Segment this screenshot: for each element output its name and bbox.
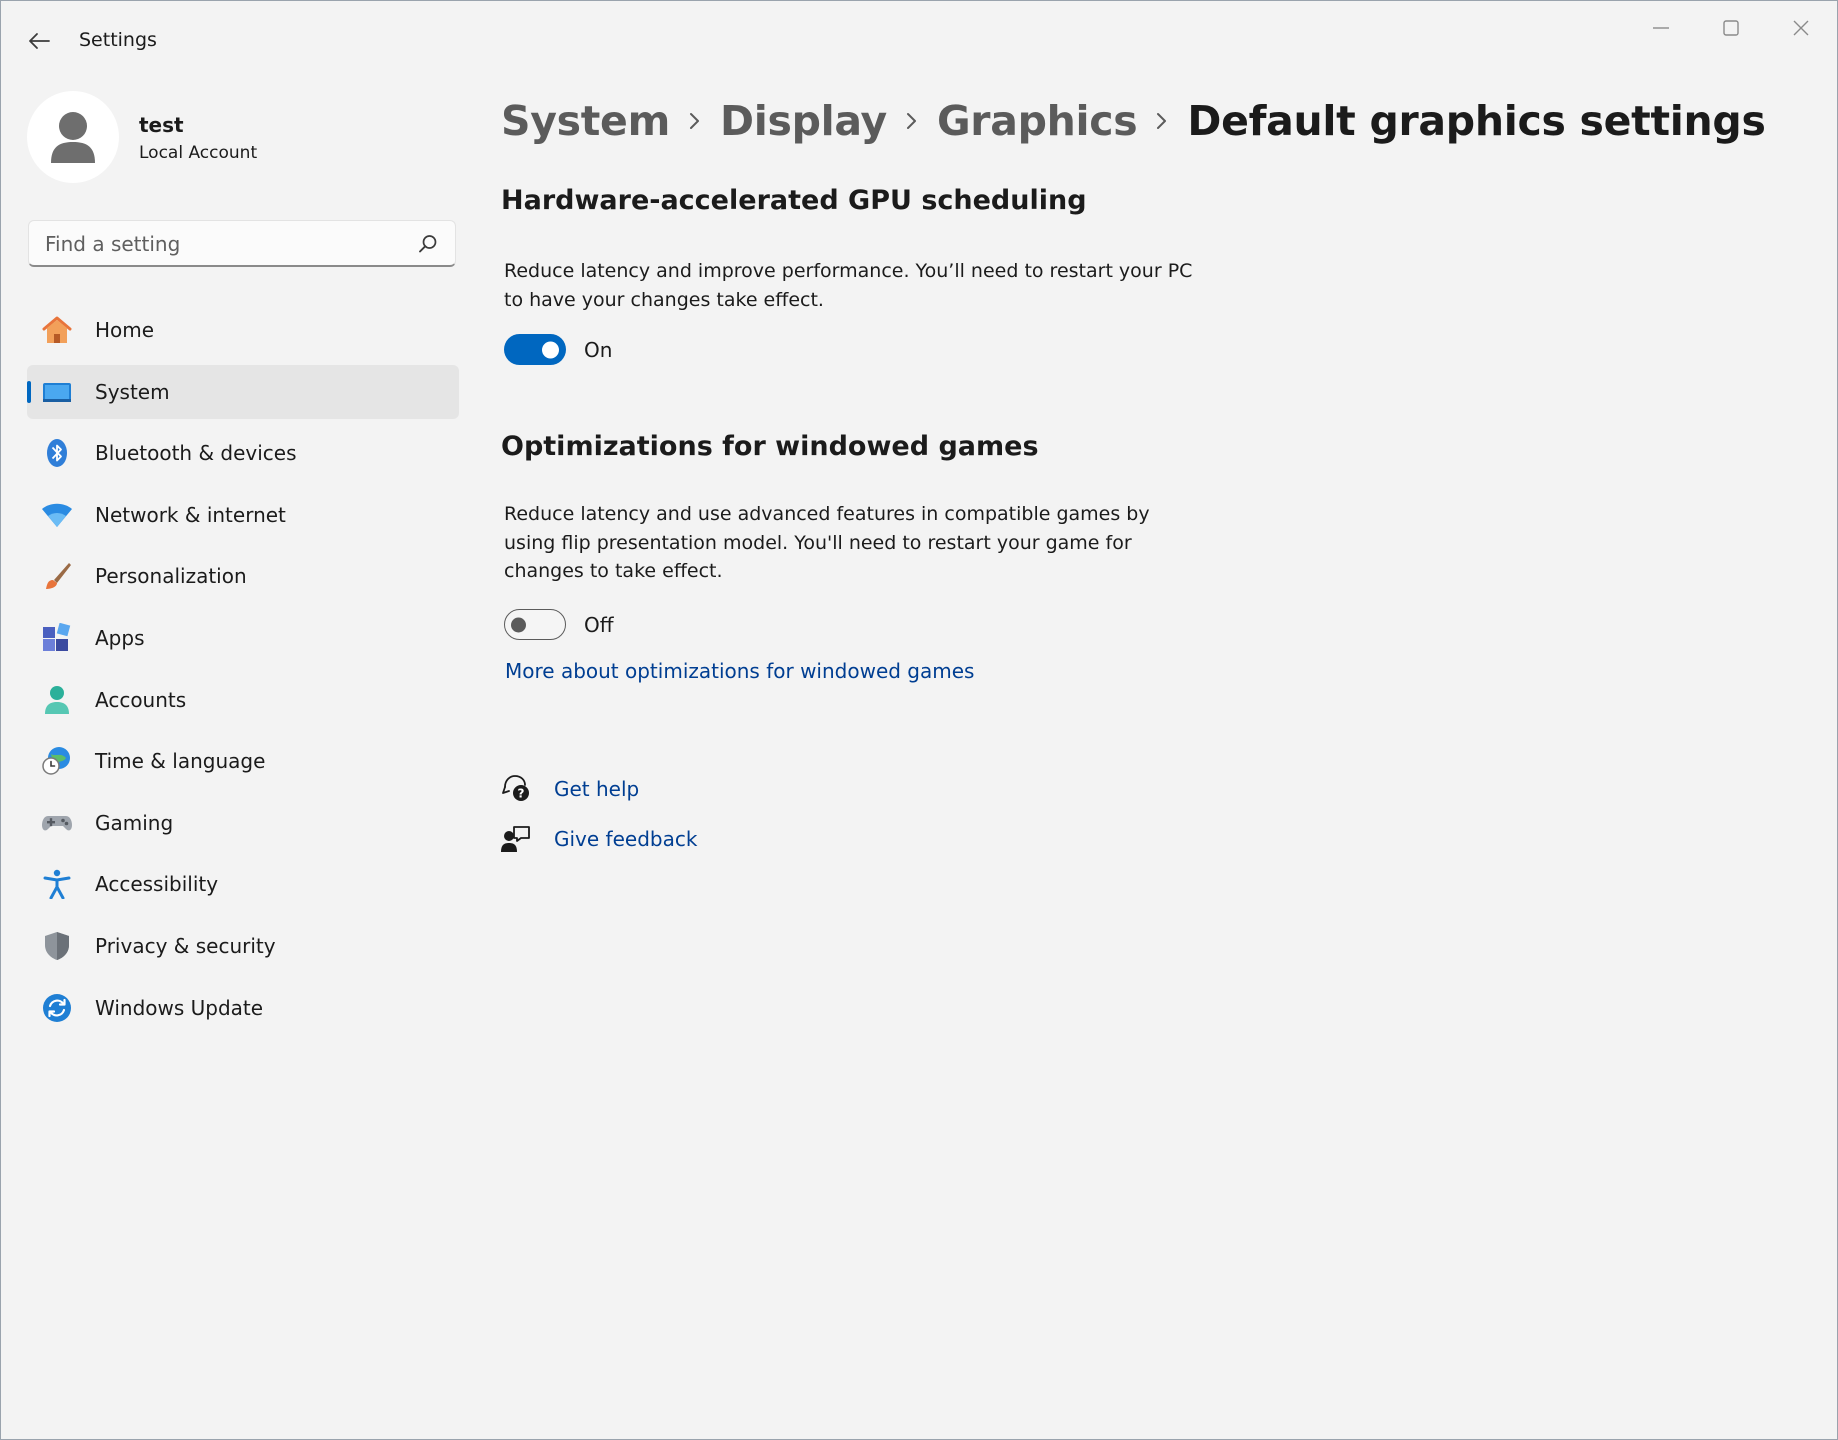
back-arrow-icon [29, 33, 50, 49]
title-bar: Settings [1, 1, 1837, 81]
toggle-knob [542, 341, 559, 358]
give-feedback-link[interactable]: Give feedback [554, 827, 697, 851]
svg-text:?: ? [518, 787, 525, 801]
sidebar-item-label: Home [95, 318, 155, 342]
accessibility-icon [43, 870, 71, 900]
breadcrumb: System Display Graphics Default graphics… [501, 93, 1766, 149]
home-icon [42, 316, 72, 343]
sidebar-item-gaming[interactable]: Gaming [27, 796, 459, 850]
page-title: Default graphics settings [1187, 97, 1766, 145]
back-button[interactable] [23, 27, 55, 55]
windowed-games-toggle-state: Off [584, 613, 614, 637]
user-avatar-icon [51, 112, 95, 163]
maximize-button[interactable] [1703, 11, 1759, 45]
profile-name: test [139, 113, 184, 137]
user-profile[interactable]: test Local Account [27, 89, 447, 185]
bluetooth-icon [47, 439, 67, 468]
windowed-games-toggle[interactable] [504, 609, 566, 640]
windowed-games-description: Reduce latency and use advanced features… [504, 503, 1150, 582]
brush-icon [46, 563, 71, 590]
search-input[interactable] [43, 229, 407, 259]
chevron-right-icon [670, 106, 720, 136]
gamepad-icon [42, 815, 72, 831]
sidebar-item-system[interactable]: System [27, 364, 459, 419]
sidebar-item-accessibility[interactable]: Accessibility [27, 857, 459, 911]
windowed-games-title: Optimizations for windowed games [501, 431, 1039, 462]
breadcrumb-display[interactable]: Display [720, 97, 887, 145]
sidebar-item-label: Apps [95, 625, 145, 650]
sidebar-item-windows-update[interactable]: Windows Update [27, 981, 459, 1035]
search-icon[interactable] [417, 233, 439, 255]
shield-icon [45, 931, 69, 960]
sidebar-item-label: Personalization [95, 564, 247, 589]
accounts-icon [45, 685, 69, 714]
sidebar-item-label: Gaming [95, 810, 174, 835]
breadcrumb-graphics[interactable]: Graphics [937, 97, 1138, 145]
maximize-icon [1723, 20, 1739, 36]
gpu-scheduling-description: Reduce latency and improve performance. … [504, 260, 1193, 311]
app-title: Settings [79, 29, 157, 51]
sidebar-item-label: Accessibility [95, 872, 219, 897]
chevron-right-icon [887, 106, 937, 136]
sidebar-item-accounts[interactable]: Accounts [27, 673, 459, 727]
wifi-icon [42, 503, 72, 527]
sidebar-item-label: Windows Update [95, 995, 264, 1020]
get-help-link[interactable]: Get help [554, 777, 639, 801]
sidebar-item-label: Accounts [95, 687, 187, 712]
sidebar-item-bluetooth[interactable]: Bluetooth & devices [27, 426, 459, 480]
toggle-knob [511, 617, 526, 632]
sidebar-item-network[interactable]: Network & internet [27, 488, 459, 542]
sidebar-item-time-language[interactable]: Time & language [27, 734, 459, 788]
chevron-right-icon [1137, 106, 1187, 136]
update-icon [43, 993, 71, 1022]
gpu-scheduling-toggle[interactable] [504, 334, 566, 365]
close-icon [1793, 20, 1809, 36]
gpu-scheduling-toggle-state: On [584, 338, 613, 362]
sidebar-nav: Home System Bluetooth & devices Network … [27, 303, 459, 1042]
avatar [27, 91, 119, 183]
minimize-button[interactable] [1633, 11, 1689, 45]
get-help-icon: ? [502, 775, 529, 801]
sidebar-item-label: Bluetooth & devices [95, 441, 297, 466]
sidebar-item-label: Time & language [95, 749, 266, 774]
settings-window: Settings test Local Account Find a setti… [0, 0, 1838, 1440]
profile-account-type: Local Account [139, 143, 258, 163]
sidebar-item-label: System [95, 379, 170, 404]
give-feedback-icon [501, 826, 530, 852]
apps-icon [43, 622, 71, 651]
windowed-games-learn-more-link[interactable]: More about optimizations for windowed ga… [505, 659, 974, 683]
sidebar-item-privacy-security[interactable]: Privacy & security [27, 919, 459, 973]
minimize-icon [1653, 27, 1669, 29]
search-box[interactable] [28, 220, 456, 267]
sidebar-item-apps[interactable]: Apps [27, 611, 459, 665]
time-language-icon [42, 747, 70, 775]
sidebar-item-label: Network & internet [95, 502, 286, 527]
gpu-scheduling-title: Hardware-accelerated GPU scheduling [501, 185, 1087, 216]
breadcrumb-system[interactable]: System [501, 97, 670, 145]
sidebar-item-label: Privacy & security [95, 933, 276, 958]
sidebar-item-home[interactable]: Home [27, 303, 459, 357]
close-button[interactable] [1773, 11, 1829, 45]
system-icon [43, 382, 71, 402]
sidebar-item-personalization[interactable]: Personalization [27, 549, 459, 603]
